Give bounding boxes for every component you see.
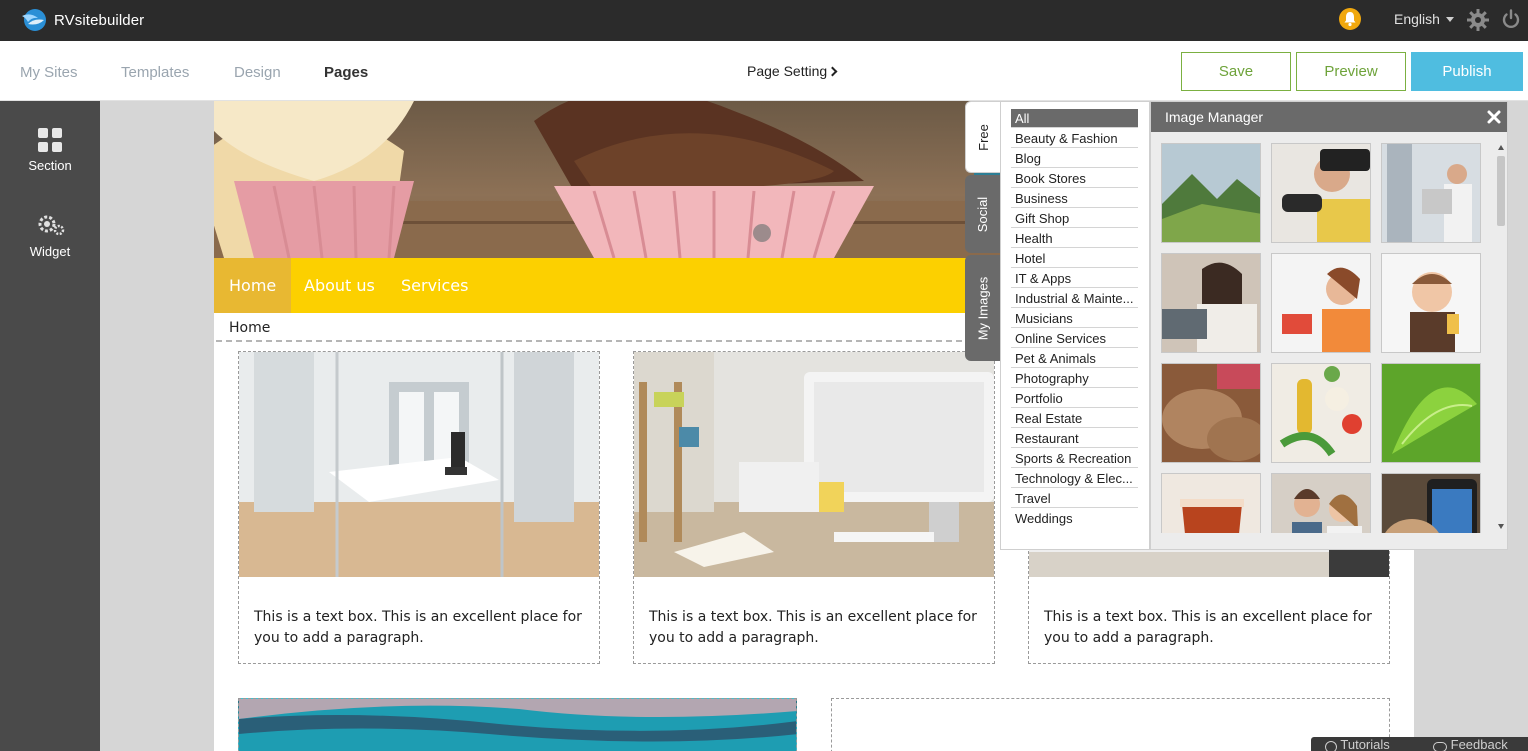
nav-templates[interactable]: Templates — [121, 64, 189, 81]
category-item[interactable]: Gift Shop — [1011, 209, 1138, 228]
desk-computer-image[interactable] — [634, 352, 994, 577]
image-manager-panel: Image Manager — [1150, 101, 1508, 550]
content-card[interactable]: This is a text box. This is an excellent… — [633, 351, 995, 664]
chevron-right-icon — [827, 66, 838, 77]
menu-item-home[interactable]: Home — [214, 258, 292, 313]
category-item[interactable]: Photography — [1011, 369, 1138, 388]
logo-bird-icon — [20, 8, 48, 32]
tab-my-images[interactable]: My Images — [965, 255, 1001, 361]
image-thumbnail[interactable] — [1161, 473, 1261, 533]
question-icon — [1325, 741, 1337, 751]
image-category-list: All Beauty & Fashion Blog Book Stores Bu… — [1000, 101, 1150, 550]
image-thumbnail[interactable] — [1381, 143, 1481, 243]
category-item[interactable]: Blog — [1011, 149, 1138, 168]
tab-free[interactable]: Free — [965, 101, 1001, 173]
category-item[interactable]: Travel — [1011, 489, 1138, 508]
nav-pages[interactable]: Pages — [324, 64, 368, 81]
image-thumbnail[interactable] — [1381, 253, 1481, 353]
nav-design[interactable]: Design — [234, 64, 281, 81]
sidebar-item-section[interactable]: Section — [0, 126, 100, 173]
chat-bubble-icon — [1433, 742, 1447, 751]
sidebar-item-label: Section — [28, 158, 72, 173]
image-thumbnail[interactable] — [1381, 363, 1481, 463]
category-item[interactable]: Pet & Animals — [1011, 349, 1138, 368]
category-item[interactable]: Restaurant — [1011, 429, 1138, 448]
card-paragraph[interactable]: This is a text box. This is an excellent… — [1044, 607, 1379, 649]
office-room-image[interactable] — [239, 352, 599, 577]
ocean-image[interactable] — [238, 698, 797, 751]
category-item[interactable]: Business — [1011, 189, 1138, 208]
category-item[interactable]: Industrial & Mainte... — [1011, 289, 1138, 308]
card-paragraph[interactable]: This is a text box. This is an excellent… — [254, 607, 589, 649]
tutorials-label: Tutorials — [1340, 737, 1390, 751]
editor-nav-bar: My Sites Templates Design Pages Page Set… — [0, 41, 1528, 101]
notification-bell-icon[interactable] — [1339, 8, 1361, 30]
tab-social[interactable]: Social — [965, 175, 1001, 253]
tab-label: My Images — [975, 276, 991, 340]
category-item[interactable]: Sports & Recreation — [1011, 449, 1138, 468]
tutorials-link[interactable]: Tutorials — [1325, 737, 1390, 751]
image-thumbnail[interactable] — [1161, 363, 1261, 463]
image-thumbnail[interactable] — [1271, 363, 1371, 463]
nav-my-sites[interactable]: My Sites — [20, 64, 78, 81]
category-item[interactable]: Online Services — [1011, 329, 1138, 348]
empty-content-box[interactable] — [831, 698, 1390, 751]
image-thumbnail[interactable] — [1161, 253, 1261, 353]
image-manager-title: Image Manager — [1151, 102, 1507, 132]
page-setting-link[interactable]: Page Setting — [747, 63, 827, 79]
save-button[interactable]: Save — [1181, 52, 1291, 91]
category-all[interactable]: All — [1011, 109, 1138, 128]
category-item[interactable]: Weddings — [1011, 509, 1138, 528]
preview-button[interactable]: Preview — [1296, 52, 1406, 91]
menu-item-services[interactable]: Services — [386, 258, 483, 313]
sidebar-item-label: Widget — [29, 244, 71, 259]
breadcrumb[interactable]: Home — [229, 320, 270, 336]
left-sidebar: Section Widget — [0, 101, 100, 751]
category-item[interactable]: Health — [1011, 229, 1138, 248]
tab-label: Social — [975, 196, 991, 232]
feedback-link[interactable]: Feedback — [1433, 737, 1508, 751]
category-item[interactable]: Technology & Elec... — [1011, 469, 1138, 488]
image-source-tabs: Free Social My Images — [965, 101, 1001, 363]
menu-item-about-us[interactable]: About us — [289, 258, 390, 313]
close-icon[interactable] — [1486, 109, 1502, 125]
image-thumbnail[interactable] — [1161, 143, 1261, 243]
gear-icon[interactable] — [1466, 8, 1490, 32]
image-thumbnail[interactable] — [1271, 143, 1371, 243]
image-thumbnail[interactable] — [1271, 473, 1371, 533]
image-thumbnail[interactable] — [1271, 253, 1371, 353]
grid-icon — [36, 126, 64, 154]
feedback-label: Feedback — [1450, 737, 1508, 751]
language-selector[interactable]: English — [1394, 11, 1440, 27]
content-card[interactable]: This is a text box. This is an excellent… — [238, 351, 600, 664]
gears-icon — [36, 212, 65, 240]
app-logo[interactable]: RVsitebuilder — [20, 8, 144, 32]
image-thumbnail[interactable] — [1381, 473, 1481, 533]
publish-button[interactable]: Publish — [1411, 52, 1523, 91]
category-item[interactable]: Hotel — [1011, 249, 1138, 268]
card-paragraph[interactable]: This is a text box. This is an excellent… — [649, 607, 984, 649]
category-item[interactable]: Portfolio — [1011, 389, 1138, 408]
sidebar-item-widget[interactable]: Widget — [0, 212, 100, 259]
tab-label: Free — [975, 123, 991, 151]
category-item[interactable]: Real Estate — [1011, 409, 1138, 428]
category-item[interactable]: Musicians — [1011, 309, 1138, 328]
image-thumbnail-grid — [1161, 143, 1491, 533]
category-item[interactable]: Book Stores — [1011, 169, 1138, 188]
category-item[interactable]: IT & Apps — [1011, 269, 1138, 288]
power-icon[interactable] — [1500, 8, 1522, 30]
help-footer-bar: Tutorials Feedback — [1311, 737, 1528, 751]
category-item[interactable]: Beauty & Fashion — [1011, 129, 1138, 148]
chevron-down-icon — [1446, 17, 1454, 22]
image-grid-scrollbar[interactable] — [1496, 142, 1506, 532]
app-name: RVsitebuilder — [54, 11, 145, 29]
top-bar: RVsitebuilder English — [0, 0, 1528, 41]
